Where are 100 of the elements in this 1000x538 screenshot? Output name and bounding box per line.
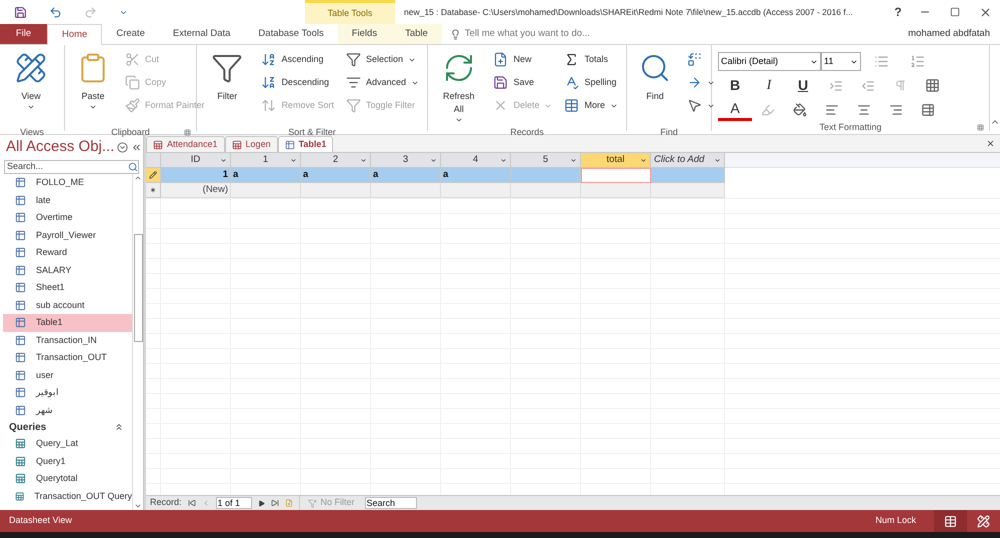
- collapse-pane-icon[interactable]: [131, 142, 142, 153]
- table-cell[interactable]: [371, 183, 441, 198]
- column-header[interactable]: ID: [161, 153, 231, 168]
- table-cell[interactable]: [581, 168, 651, 183]
- table-cell[interactable]: a: [301, 168, 371, 183]
- ribbon-tab[interactable]: File: [0, 24, 47, 44]
- caret-icon[interactable]: [290, 156, 297, 164]
- ribbon-button[interactable]: Save: [493, 71, 552, 94]
- nav-group-header[interactable]: Queries: [9, 420, 46, 434]
- table-cell[interactable]: 1: [161, 168, 231, 183]
- ribbon-button[interactable]: Ascending: [261, 48, 334, 71]
- column-header[interactable]: 4: [441, 153, 511, 168]
- help-button[interactable]: ?: [886, 3, 910, 21]
- nav-item[interactable]: FOLLO_ME: [3, 174, 132, 192]
- last-record-icon[interactable]: [270, 499, 279, 507]
- ribbon-tab[interactable]: Database Tools: [244, 24, 338, 44]
- nav-item[interactable]: sub account: [3, 296, 132, 314]
- column-header[interactable]: Click to Add: [651, 153, 725, 168]
- ribbon-button[interactable]: Selection: [346, 48, 419, 71]
- nav-item[interactable]: Query_Lat: [3, 435, 132, 452]
- nav-item[interactable]: Querytotal: [3, 470, 132, 488]
- font-dropdown[interactable]: Calibri (Detail): [718, 52, 821, 71]
- nav-item[interactable]: late: [3, 192, 132, 209]
- font-size-dropdown[interactable]: 11: [821, 52, 861, 71]
- paint-bucket-icon[interactable]: [793, 102, 807, 116]
- table-cell[interactable]: [581, 183, 651, 198]
- ribbon-tab[interactable]: External Data: [158, 24, 244, 44]
- row-selector[interactable]: [146, 183, 161, 198]
- ribbon-button[interactable]: Advanced: [346, 71, 419, 94]
- document-tab[interactable]: Logen: [224, 136, 278, 152]
- table-cell[interactable]: [651, 183, 725, 198]
- ribbon-button[interactable]: Totals: [564, 48, 618, 71]
- table-cell[interactable]: a: [441, 168, 511, 183]
- record-position-field[interactable]: 1 of 1: [216, 497, 252, 509]
- gridlines-icon[interactable]: [924, 78, 940, 93]
- document-tab[interactable]: Attendance1: [146, 136, 225, 152]
- column-header[interactable]: 3: [371, 153, 441, 168]
- nav-item[interactable]: Table1: [3, 314, 132, 332]
- ribbon-button[interactable]: Refresh All: [436, 48, 482, 126]
- caret-icon[interactable]: [640, 156, 647, 164]
- align-right-icon[interactable]: [889, 102, 903, 116]
- ribbon-button[interactable]: Filter: [205, 48, 250, 126]
- ribbon-tab[interactable]: Table: [391, 24, 442, 44]
- caret-icon[interactable]: [714, 156, 721, 164]
- caret-icon[interactable]: [360, 156, 367, 164]
- nav-item[interactable]: ابوقير: [3, 384, 132, 402]
- align-center-icon[interactable]: [857, 102, 871, 116]
- text-style-button[interactable]: I: [752, 74, 786, 97]
- nav-menu-icon[interactable]: [117, 142, 128, 153]
- text-style-button[interactable]: U: [786, 74, 820, 97]
- scrollbar-thumb[interactable]: [134, 234, 142, 342]
- nav-item[interactable]: Transaction_IN: [3, 332, 132, 349]
- table-cell[interactable]: [301, 183, 371, 198]
- caret-icon[interactable]: [220, 156, 227, 164]
- nav-item[interactable]: SALARY: [3, 262, 132, 279]
- document-tab[interactable]: Table1: [278, 136, 334, 152]
- undo-icon[interactable]: [49, 6, 62, 18]
- collapse-group-icon[interactable]: [114, 422, 124, 432]
- column-header[interactable]: 2: [301, 153, 371, 168]
- ribbon-button[interactable]: Paste: [73, 48, 113, 126]
- column-header[interactable]: 5: [511, 153, 581, 168]
- first-record-icon[interactable]: [188, 499, 196, 507]
- search-field[interactable]: Search: [364, 497, 417, 509]
- table-cell[interactable]: [511, 168, 581, 183]
- align-left-icon[interactable]: [825, 102, 839, 116]
- row-selector[interactable]: [146, 168, 161, 183]
- caret-icon[interactable]: [500, 156, 507, 164]
- caret-icon[interactable]: [570, 156, 577, 164]
- column-header[interactable]: 1: [231, 153, 301, 168]
- tell-me-field[interactable]: Tell me what you want to do...: [442, 24, 742, 44]
- nav-item[interactable]: Sheet1: [3, 279, 132, 296]
- dialog-launcher-icon[interactable]: [184, 129, 191, 136]
- table-cell[interactable]: (New): [161, 183, 231, 198]
- ribbon-button[interactable]: Descending: [261, 71, 334, 94]
- nav-item[interactable]: Payroll_Viewer: [3, 226, 132, 244]
- nav-item[interactable]: شهر: [3, 402, 132, 419]
- nav-item[interactable]: Transaction_OUT: [3, 349, 132, 366]
- table-cell[interactable]: [441, 183, 511, 198]
- table-cell[interactable]: [651, 168, 725, 183]
- nav-item[interactable]: Reward: [3, 244, 132, 262]
- table-cell[interactable]: a: [231, 168, 301, 183]
- table-cell[interactable]: a: [371, 168, 441, 183]
- alternate-row-icon[interactable]: [921, 102, 935, 116]
- table-cell[interactable]: [231, 183, 301, 198]
- nav-item[interactable]: user: [3, 366, 132, 384]
- table-cell[interactable]: [511, 183, 581, 198]
- text-style-button[interactable]: B: [718, 74, 752, 97]
- nav-item[interactable]: Overtime: [3, 209, 132, 226]
- next-record-icon[interactable]: [258, 500, 265, 506]
- datasheet-view-button[interactable]: [934, 510, 967, 532]
- ribbon-button[interactable]: Find: [635, 48, 675, 126]
- scroll-down-icon[interactable]: [134, 502, 142, 510]
- search-field[interactable]: Search...: [4, 160, 139, 174]
- font-color-button[interactable]: A: [718, 98, 752, 121]
- ribbon-tab[interactable]: Create: [102, 24, 159, 44]
- close-icon[interactable]: [986, 139, 995, 148]
- ribbon-button[interactable]: Spelling: [564, 71, 618, 94]
- scroll-up-icon[interactable]: [134, 174, 142, 182]
- ribbon-tab[interactable]: Home: [47, 24, 102, 45]
- column-header[interactable]: total: [581, 153, 651, 168]
